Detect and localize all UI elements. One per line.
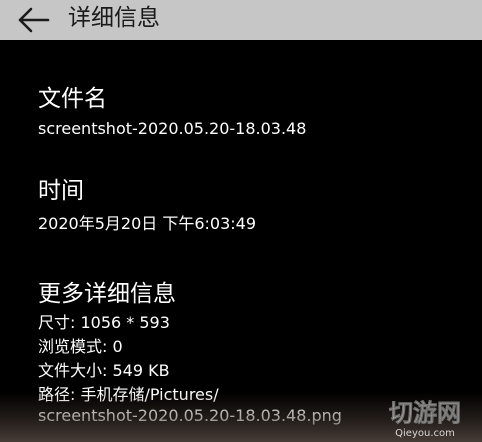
path-value: 路径: 手机存储/Pictures/ — [38, 385, 219, 404]
site-watermark: 切游网 Qieyou.com — [372, 396, 478, 440]
watermark-url: Qieyou.com — [395, 428, 455, 439]
time-label: 时间 — [38, 178, 84, 204]
page-title: 详细信息 — [68, 5, 160, 31]
watermark-name: 切游网 — [389, 399, 461, 427]
time-value: 2020年5月20日 下午6:03:49 — [38, 214, 257, 233]
back-button[interactable] — [16, 6, 52, 34]
more-info-label: 更多详细信息 — [38, 281, 176, 307]
file-size-value: 文件大小: 549 KB — [38, 361, 170, 380]
file-name-value: screentshot-2020.05.20-18.03.48 — [38, 119, 307, 138]
details-content: 文件名 screentshot-2020.05.20-18.03.48 时间 2… — [0, 40, 482, 442]
watermark-logo-icon: 切游网 Qieyou.com — [389, 399, 462, 439]
view-mode-value: 浏览模式: 0 — [38, 337, 123, 356]
app-header: 详细信息 — [0, 0, 482, 40]
arrow-left-icon — [18, 7, 50, 33]
size-value: 尺寸: 1056 * 593 — [38, 313, 170, 332]
file-name-label: 文件名 — [38, 86, 107, 112]
path-filename-value: screentshot-2020.05.20-18.03.48.png — [38, 406, 342, 425]
